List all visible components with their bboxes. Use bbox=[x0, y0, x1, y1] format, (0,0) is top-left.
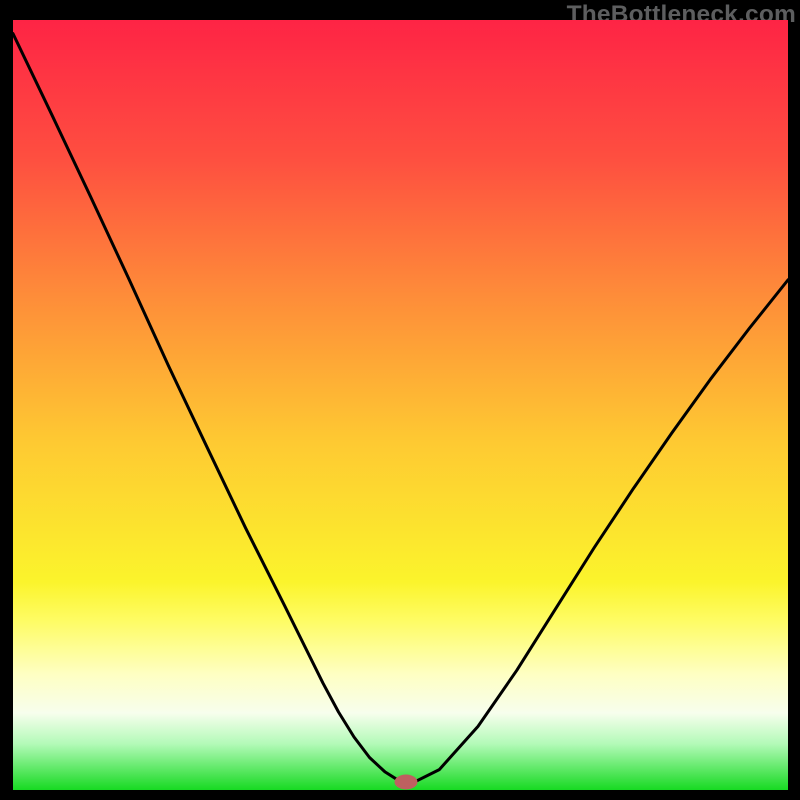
plot-area bbox=[13, 20, 788, 790]
min-marker bbox=[394, 774, 417, 789]
chart-container: TheBottleneck.com bbox=[0, 0, 800, 800]
curve bbox=[13, 20, 788, 790]
